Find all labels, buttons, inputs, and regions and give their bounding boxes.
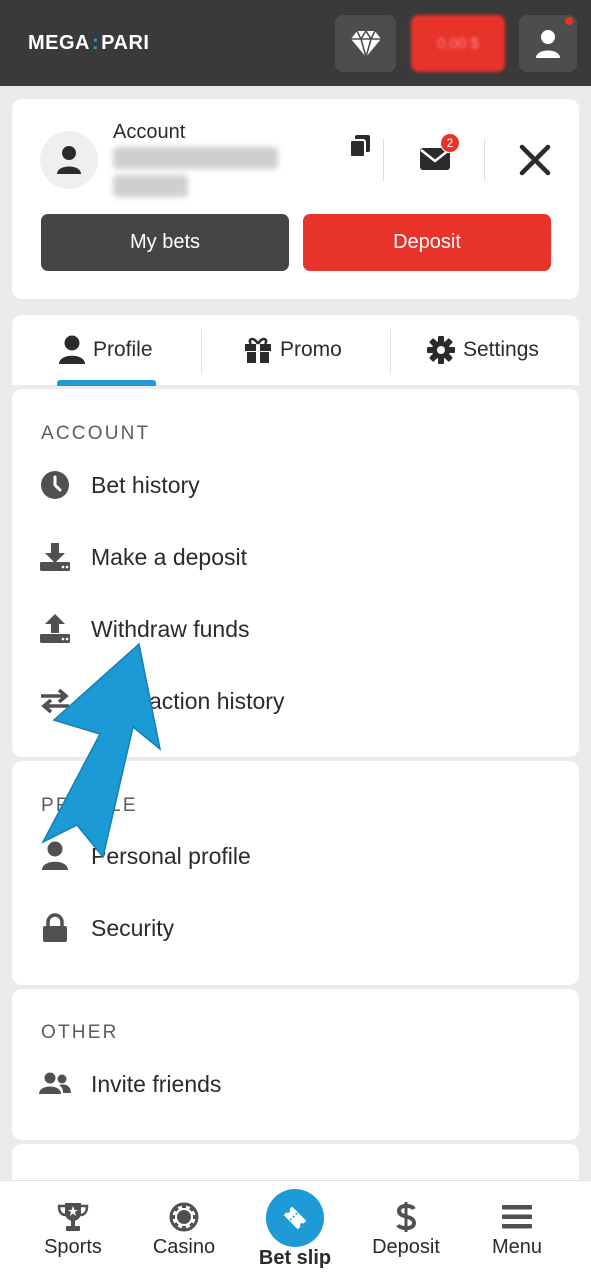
chip-icon bbox=[169, 1202, 199, 1232]
divider bbox=[390, 329, 391, 373]
menu-item-label: Transaction history bbox=[91, 687, 285, 714]
tab-label: Promo bbox=[280, 338, 342, 361]
profile-tabs: Profile Promo Settings bbox=[12, 315, 579, 386]
account-balance-masked bbox=[113, 175, 188, 197]
tab-label: Profile bbox=[93, 338, 153, 361]
messages-count-badge: 2 bbox=[440, 133, 460, 153]
transfer-icon bbox=[41, 688, 69, 714]
balance-button[interactable]: 0.00 $ bbox=[411, 15, 505, 72]
other-section: OTHER Invite friends bbox=[12, 989, 579, 1140]
nav-bet-slip[interactable]: Bet slip bbox=[253, 1181, 337, 1280]
divider bbox=[201, 329, 202, 373]
ticket-icon bbox=[283, 1206, 307, 1230]
hamburger-icon bbox=[502, 1205, 532, 1229]
balance-value: 0.00 $ bbox=[437, 35, 479, 52]
account-label: Account bbox=[113, 121, 186, 143]
nav-sports[interactable]: Sports bbox=[38, 1181, 108, 1280]
bet-slip-circle bbox=[266, 1189, 324, 1247]
deposit-button[interactable]: Deposit bbox=[303, 214, 551, 271]
close-icon[interactable] bbox=[518, 143, 552, 177]
gear-icon bbox=[427, 336, 455, 364]
menu-item-bet-history[interactable]: Bet history bbox=[39, 465, 200, 505]
dollar-icon bbox=[396, 1202, 417, 1232]
section-title: PROFILE bbox=[41, 795, 138, 816]
menu-item-label: Invite friends bbox=[91, 1070, 222, 1097]
tab-label: Settings bbox=[463, 338, 539, 361]
nav-label: Sports bbox=[44, 1236, 102, 1258]
menu-item-personal-profile[interactable]: Personal profile bbox=[39, 836, 251, 876]
menu-item-security[interactable]: Security bbox=[39, 908, 174, 948]
active-tab-indicator bbox=[57, 380, 156, 386]
avatar bbox=[40, 131, 98, 189]
user-icon bbox=[57, 146, 81, 174]
gift-icon bbox=[245, 337, 271, 363]
clock-icon bbox=[41, 471, 69, 499]
menu-item-transaction-history[interactable]: Transaction history bbox=[39, 681, 284, 721]
megapari-logo[interactable]: MEGA : PARI bbox=[28, 29, 149, 57]
lock-icon bbox=[43, 913, 67, 942]
profile-section: PROFILE Personal profile Security bbox=[12, 761, 579, 985]
menu-item-label: Security bbox=[91, 914, 175, 941]
menu-item-label: Make a deposit bbox=[91, 543, 247, 570]
section-title: ACCOUNT bbox=[41, 423, 151, 444]
diamond-icon bbox=[350, 29, 381, 58]
divider bbox=[484, 139, 485, 181]
tab-settings[interactable]: Settings bbox=[427, 315, 539, 385]
menu-item-label: Withdraw funds bbox=[91, 615, 250, 642]
menu-item-invite-friends[interactable]: Invite friends bbox=[39, 1064, 221, 1104]
vip-diamond-button[interactable] bbox=[335, 15, 396, 72]
nav-label: Bet slip bbox=[258, 1247, 332, 1269]
trophy-icon bbox=[57, 1203, 89, 1231]
account-id-masked bbox=[113, 147, 278, 169]
tab-promo[interactable]: Promo bbox=[244, 315, 342, 385]
download-icon bbox=[40, 543, 70, 571]
account-section: ACCOUNT Bet history Make a deposit Withd… bbox=[12, 389, 579, 757]
logo-separator: : bbox=[92, 31, 100, 54]
user-icon bbox=[59, 335, 85, 364]
person-icon bbox=[42, 841, 68, 870]
nav-label: Deposit bbox=[372, 1236, 440, 1258]
user-account-button[interactable] bbox=[519, 15, 577, 72]
menu-item-label: Bet history bbox=[91, 471, 200, 498]
copy-icon[interactable] bbox=[349, 134, 371, 158]
menu-item-label: Personal profile bbox=[91, 842, 251, 869]
my-bets-button[interactable]: My bets bbox=[41, 214, 289, 271]
logo-text-left: MEGA bbox=[28, 31, 90, 54]
nav-menu[interactable]: Menu bbox=[484, 1181, 550, 1280]
nav-label: Menu bbox=[491, 1236, 543, 1258]
divider bbox=[383, 139, 384, 181]
user-icon bbox=[536, 29, 560, 58]
people-icon bbox=[39, 1072, 71, 1094]
nav-deposit[interactable]: Deposit bbox=[366, 1181, 446, 1280]
nav-casino[interactable]: Casino bbox=[146, 1181, 222, 1280]
menu-item-make-deposit[interactable]: Make a deposit bbox=[39, 537, 247, 577]
notification-dot bbox=[565, 17, 573, 25]
menu-item-withdraw-funds[interactable]: Withdraw funds bbox=[39, 609, 250, 649]
section-title: OTHER bbox=[41, 1022, 119, 1043]
top-bar: MEGA : PARI 0.00 $ bbox=[0, 0, 591, 86]
tab-profile[interactable]: Profile bbox=[59, 315, 153, 385]
bottom-navigation: Sports Casino Bet slip Deposit Menu bbox=[0, 1180, 591, 1280]
upload-icon bbox=[40, 614, 70, 643]
nav-label: Casino bbox=[152, 1236, 216, 1258]
logo-text-right: PARI bbox=[101, 31, 150, 54]
account-card: Account 2 My bets Deposit bbox=[12, 99, 579, 299]
